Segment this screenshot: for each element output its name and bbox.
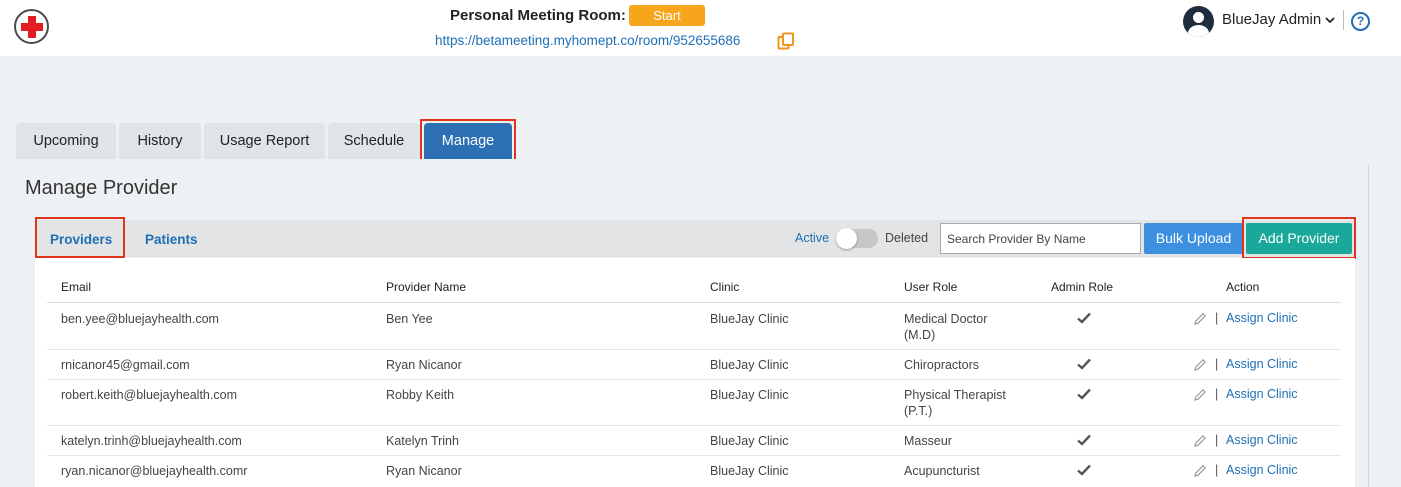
toggle-deleted-label: Deleted <box>885 231 929 245</box>
cell-provider-name: Robby Keith <box>386 388 455 402</box>
cell-email: rnicanor45@gmail.com <box>61 358 190 372</box>
page-title: Manage Provider <box>25 177 178 199</box>
edit-pencil-icon[interactable] <box>1193 464 1207 478</box>
admin-check-icon <box>1077 358 1091 370</box>
cell-user-role: Medical Doctor <box>904 312 988 326</box>
tab-history[interactable]: History <box>119 123 201 159</box>
action-separator: | <box>1215 357 1219 371</box>
meeting-room-label: Personal Meeting Room: <box>450 7 626 24</box>
action-separator: | <box>1215 387 1219 401</box>
help-icon[interactable]: ? <box>1351 12 1370 31</box>
panel-right-border <box>1368 165 1369 487</box>
admin-check-icon <box>1077 312 1091 324</box>
meeting-room-link[interactable]: https://betameeting.myhomept.co/room/952… <box>435 33 740 48</box>
logo-cross-horizontal <box>21 23 43 31</box>
cell-user-role: Acupuncturist <box>904 464 980 478</box>
edit-pencil-icon[interactable] <box>1193 388 1207 402</box>
header-divider <box>1343 10 1344 30</box>
active-deleted-toggle[interactable] <box>836 228 878 249</box>
bulk-upload-button[interactable]: Bulk Upload <box>1144 223 1243 254</box>
cell-user-role: Chiropractors <box>904 358 980 372</box>
row-divider <box>47 379 1341 380</box>
toggle-knob[interactable] <box>836 228 857 249</box>
subtab-providers[interactable]: Providers <box>50 232 112 247</box>
chevron-down-icon[interactable] <box>1324 14 1336 26</box>
cell-email: katelyn.trinh@bluejayhealth.com <box>61 434 242 448</box>
row-divider <box>47 425 1341 426</box>
tab-manage[interactable]: Manage <box>424 123 512 159</box>
cell-clinic: BlueJay Clinic <box>710 464 789 478</box>
edit-pencil-icon[interactable] <box>1193 358 1207 372</box>
cell-clinic: BlueJay Clinic <box>710 388 789 402</box>
toggle-active-label: Active <box>795 231 830 245</box>
assign-clinic-link[interactable]: Assign Clinic <box>1226 387 1298 401</box>
cell-email: ryan.nicanor@bluejayhealth.comr <box>61 464 248 478</box>
cell-provider-name: Ben Yee <box>386 312 433 326</box>
row-divider <box>47 455 1341 456</box>
admin-check-icon <box>1077 434 1091 446</box>
user-avatar[interactable] <box>1183 6 1214 37</box>
edit-pencil-icon[interactable] <box>1193 434 1207 448</box>
admin-check-icon <box>1077 464 1091 476</box>
cell-clinic: BlueJay Clinic <box>710 434 789 448</box>
cell-clinic: BlueJay Clinic <box>710 312 789 326</box>
cell-user-role-line2: (M.D) <box>904 328 936 342</box>
copy-icon[interactable] <box>777 32 795 50</box>
provider-table <box>35 258 1355 487</box>
column-header-user-role[interactable]: User Role <box>904 280 957 294</box>
assign-clinic-link[interactable]: Assign Clinic <box>1226 433 1298 447</box>
assign-clinic-link[interactable]: Assign Clinic <box>1226 357 1298 371</box>
column-header-email[interactable]: Email <box>61 280 91 294</box>
column-header-provider-name[interactable]: Provider Name <box>386 280 466 294</box>
tab-usage-report[interactable]: Usage Report <box>204 123 325 159</box>
row-divider <box>47 349 1341 350</box>
column-header-admin-role[interactable]: Admin Role <box>1051 280 1113 294</box>
edit-pencil-icon[interactable] <box>1193 312 1207 326</box>
avatar-head <box>1193 12 1204 23</box>
cell-provider-name: Ryan Nicanor <box>386 358 462 372</box>
search-provider-input[interactable] <box>940 223 1141 254</box>
cell-email: ben.yee@bluejayhealth.com <box>61 312 219 326</box>
cell-user-role: Physical Therapist <box>904 388 1006 402</box>
action-separator: | <box>1215 463 1219 477</box>
admin-check-icon <box>1077 388 1091 400</box>
assign-clinic-link[interactable]: Assign Clinic <box>1226 463 1298 477</box>
top-header: Personal Meeting Room: Start https://bet… <box>0 0 1401 56</box>
table-header-divider <box>47 302 1341 303</box>
tab-upcoming[interactable]: Upcoming <box>16 123 116 159</box>
avatar-body <box>1188 25 1209 37</box>
cell-provider-name: Katelyn Trinh <box>386 434 459 448</box>
start-meeting-button[interactable]: Start <box>629 5 705 26</box>
cell-email: robert.keith@bluejayhealth.com <box>61 388 237 402</box>
cell-user-role: Masseur <box>904 434 952 448</box>
add-provider-button[interactable]: Add Provider <box>1246 223 1352 254</box>
tab-schedule[interactable]: Schedule <box>328 123 420 159</box>
subtab-patients[interactable]: Patients <box>145 232 198 247</box>
cell-user-role-line2: (P.T.) <box>904 404 933 418</box>
red-cross-logo[interactable] <box>14 9 49 44</box>
column-header-action: Action <box>1226 280 1260 294</box>
action-separator: | <box>1215 311 1219 325</box>
user-name-label[interactable]: BlueJay Admin <box>1222 11 1321 28</box>
assign-clinic-link[interactable]: Assign Clinic <box>1226 311 1298 325</box>
action-separator: | <box>1215 433 1219 447</box>
column-header-clinic[interactable]: Clinic <box>710 280 739 294</box>
cell-clinic: BlueJay Clinic <box>710 358 789 372</box>
cell-provider-name: Ryan Nicanor <box>386 464 462 478</box>
